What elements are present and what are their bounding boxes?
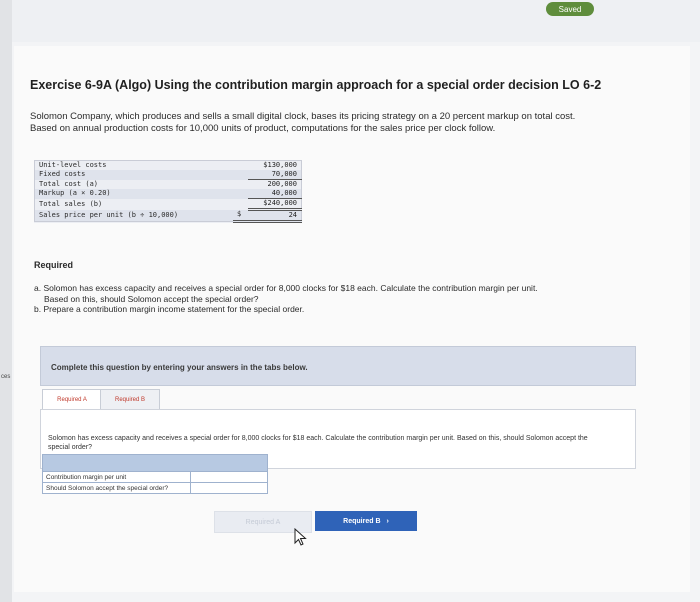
row-label: Sales price per unit (b ÷ 10,000) — [34, 209, 233, 222]
exercise-title: Exercise 6-9A (Algo) Using the contribut… — [30, 78, 602, 92]
table-row: Should Solomon accept the special order? — [42, 482, 268, 494]
prev-button-label: Required A — [245, 518, 281, 526]
accept-order-select[interactable] — [190, 482, 268, 494]
next-button-label: Required B — [343, 517, 381, 525]
table-row: Sales price per unit (b ÷ 10,000) $ 24 — [34, 209, 302, 223]
requirement-a-line-1: a. Solomon has excess capacity and recei… — [34, 283, 538, 293]
row-value: 200,000 — [267, 180, 297, 188]
next-required-b-button[interactable]: Required B › — [315, 511, 417, 531]
contribution-margin-input[interactable] — [190, 471, 268, 483]
table-row: Markup (a × 0.20) 40,000 — [34, 189, 302, 199]
row-label: Total cost (a) — [39, 179, 99, 188]
table-row: Unit-level costs $130,000 — [35, 161, 302, 171]
row-label: Total sales (b) — [39, 199, 103, 208]
intro-line-2: Based on annual production costs for 10,… — [30, 123, 496, 134]
top-toolbar: Saved — [0, 0, 700, 42]
table-row: Total sales (b) $240,000 — [35, 198, 302, 211]
instructions-text: Complete this question by entering your … — [51, 363, 308, 372]
mouse-cursor-icon — [294, 528, 307, 546]
requirement-a-line-2: Based on this, should Solomon accept the… — [44, 293, 259, 304]
side-label: ces — [1, 374, 11, 380]
requirements-list: a. Solomon has excess capacity and recei… — [34, 283, 674, 315]
row-label: Fixed costs — [34, 170, 233, 180]
chevron-right-icon: › — [386, 517, 389, 525]
answer-label: Contribution margin per unit — [42, 471, 191, 483]
requirement-b: b. Prepare a contribution margin income … — [34, 304, 305, 314]
row-label: Markup (a × 0.20) — [34, 189, 233, 199]
tab-required-b[interactable]: Required B — [100, 389, 160, 411]
saved-indicator[interactable]: Saved — [546, 2, 594, 16]
intro-text: Solomon Company, which produces and sell… — [30, 111, 670, 135]
answer-label: Should Solomon accept the special order? — [42, 482, 191, 494]
row-value: $130,000 — [263, 161, 297, 169]
row-value: 24 — [248, 209, 302, 223]
tab-description: Solomon has excess capacity and receives… — [48, 435, 588, 451]
instructions-box: Complete this question by entering your … — [40, 346, 636, 386]
row-value: 70,000 — [248, 170, 302, 180]
required-heading: Required — [34, 260, 74, 270]
intro-line-1: Solomon Company, which produces and sell… — [30, 111, 576, 122]
table-row: Contribution margin per unit — [42, 471, 268, 483]
currency-symbol: $ — [233, 209, 249, 223]
row-value: 40,000 — [248, 189, 302, 199]
row-label: Unit-level costs — [39, 161, 107, 169]
tab-required-a[interactable]: Required A — [42, 389, 102, 411]
left-sidebar-edge — [0, 0, 12, 602]
answer-table-header — [42, 454, 268, 472]
row-value: $240,000 — [248, 198, 302, 211]
table-row: Fixed costs 70,000 — [34, 170, 302, 180]
table-row: Total cost (a) 200,000 — [35, 180, 302, 190]
cost-computation-table: Unit-level costs $130,000 Fixed costs 70… — [34, 160, 302, 223]
answer-table: Contribution margin per unit Should Solo… — [42, 454, 268, 494]
